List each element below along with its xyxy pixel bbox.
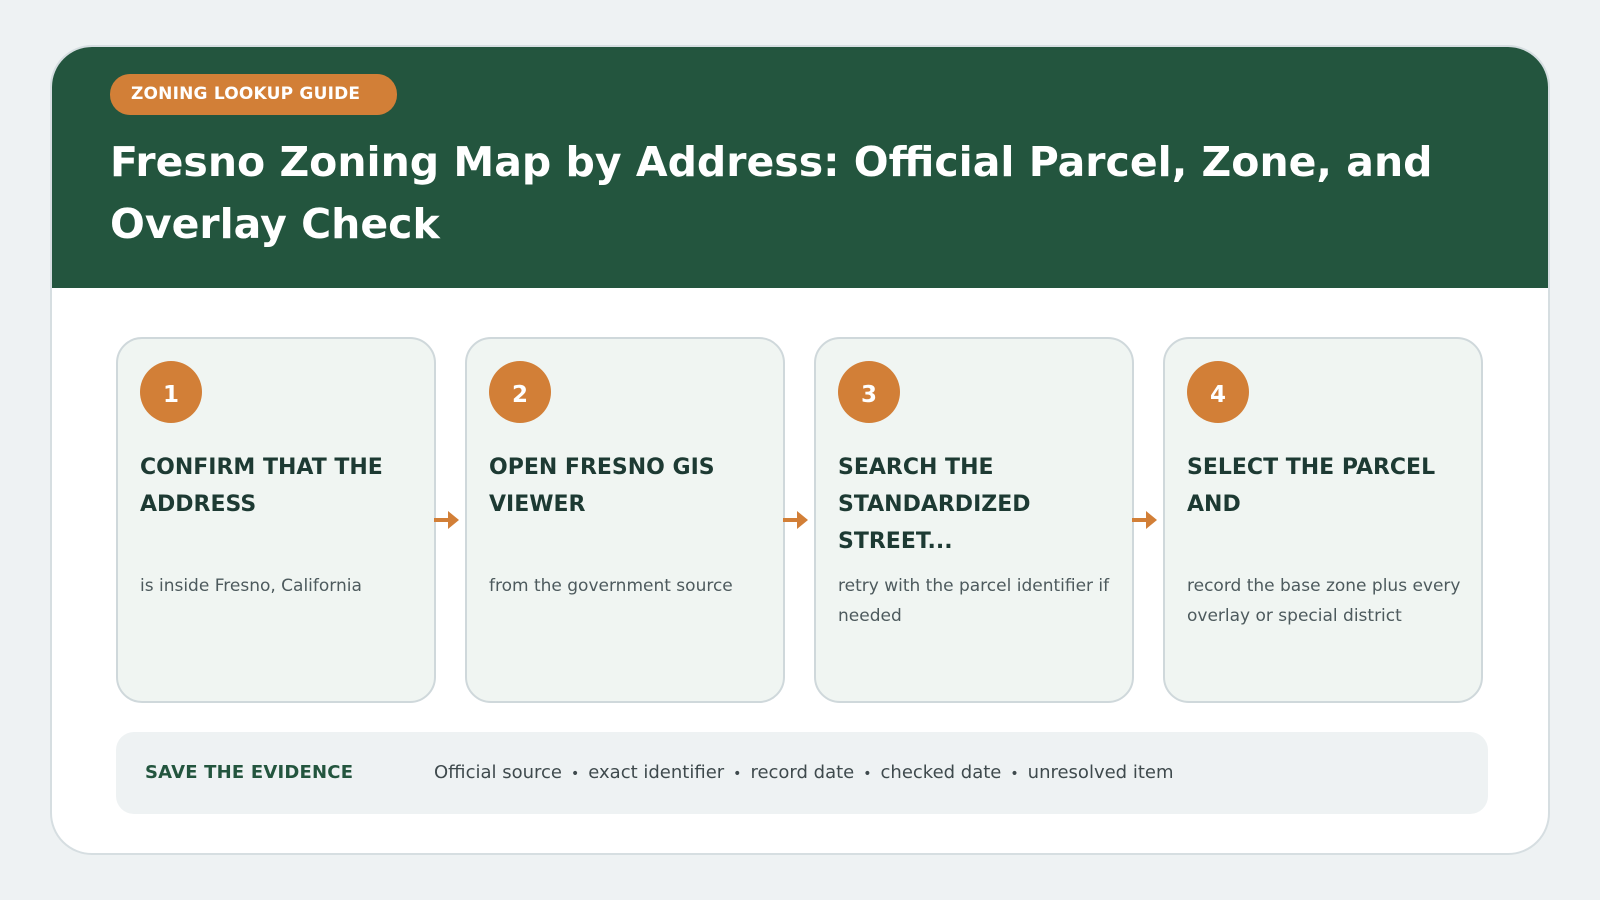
bullet-separator: • — [863, 766, 872, 782]
arrow-right-icon — [783, 511, 808, 529]
arrow-right-icon — [1132, 511, 1157, 529]
arrow-right-icon — [434, 511, 459, 529]
step-title: CONFIRM THAT THE ADDRESS — [140, 455, 383, 517]
step-card-2: 2 OPEN FRESNO GIS VIEWER from the govern… — [465, 337, 785, 703]
bullet-separator: • — [733, 766, 742, 782]
evidence-item: checked date — [880, 762, 1002, 783]
evidence-item: exact identifier — [588, 762, 725, 783]
evidence-item: record date — [750, 762, 855, 783]
step-number-badge: 4 — [1187, 361, 1249, 423]
step-title: OPEN FRESNO GIS VIEWER — [489, 455, 715, 517]
step-title: SELECT THE PARCEL AND — [1187, 455, 1436, 517]
step-description: retry with the parcel identifier if need… — [838, 576, 1110, 626]
evidence-items: Official source • exact identifier • record … — [434, 732, 1173, 815]
step-description: record the base zone plus every overlay … — [1187, 576, 1461, 626]
step-card-3: 3 SEARCH THE STANDARDIZED STREET... retr… — [814, 337, 1134, 703]
evidence-item: Official source — [434, 762, 562, 783]
page-title: Fresno Zoning Map by Address: Official P… — [110, 138, 1433, 248]
step-card-1: 1 CONFIRM THAT THE ADDRESS is inside Fre… — [116, 337, 436, 703]
step-description: from the government source — [489, 576, 733, 596]
bullet-separator: • — [571, 766, 580, 782]
steps-row: 1 CONFIRM THAT THE ADDRESS is inside Fre… — [116, 337, 1486, 703]
step-number-badge: 2 — [489, 361, 551, 423]
step-number-badge: 1 — [140, 361, 202, 423]
guide-card: ZONING LOOKUP GUIDE Fresno Zoning Map by… — [50, 45, 1550, 855]
header-banner: ZONING LOOKUP GUIDE Fresno Zoning Map by… — [52, 47, 1548, 288]
step-description: is inside Fresno, California — [140, 576, 362, 596]
bullet-separator: • — [1010, 766, 1019, 782]
step-card-4: 4 SELECT THE PARCEL AND record the base … — [1163, 337, 1483, 703]
evidence-label: SAVE THE EVIDENCE — [145, 762, 354, 783]
step-number-badge: 3 — [838, 361, 900, 423]
step-title: SEARCH THE STANDARDIZED STREET... — [838, 455, 1031, 554]
guide-tag: ZONING LOOKUP GUIDE — [110, 74, 397, 115]
evidence-item: unresolved item — [1027, 762, 1174, 783]
evidence-bar: SAVE THE EVIDENCE Official source • exact … — [116, 732, 1488, 814]
